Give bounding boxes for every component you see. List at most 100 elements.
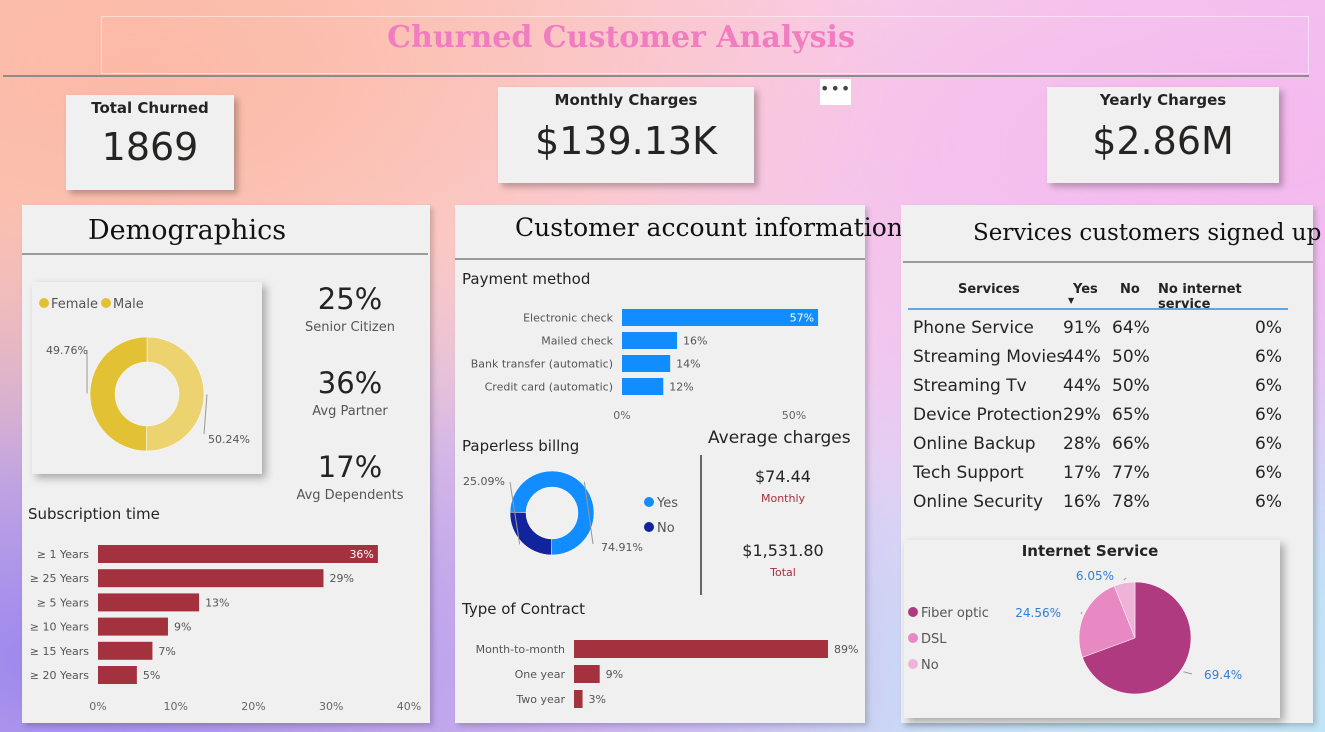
bar-2	[622, 355, 671, 372]
cell-yes: 29%	[1063, 405, 1101, 425]
services-title: Services customers signed up for	[973, 220, 1325, 246]
stat-senior-citizen: 25% Senior Citizen	[285, 282, 415, 335]
kpi-monthly-charges: Monthly Charges $139.13K	[498, 87, 754, 183]
account-title: Customer account information	[515, 213, 903, 242]
legend-dot-no	[908, 659, 918, 669]
bar-5	[98, 666, 137, 684]
tick-label: 30%	[319, 700, 343, 713]
data-label: 50.24%	[208, 433, 250, 446]
demographics-title: Demographics	[88, 215, 287, 246]
more-options-icon[interactable]: •••	[820, 79, 851, 105]
table-row: Online Security 16% 78% 6%	[908, 492, 1288, 521]
category-label: Month-to-month	[476, 643, 565, 656]
legend-label-fiber-optic: Fiber optic	[921, 606, 989, 621]
category-label: Two year	[515, 693, 565, 706]
kpi-value: 1869	[101, 125, 199, 169]
legend-label-no: No	[921, 658, 939, 673]
cell-yes: 44%	[1063, 376, 1101, 396]
services-rows: Phone Service 91% 64% 0% Streaming Movies 44%…	[908, 318, 1288, 528]
kpi-total-churned: Total Churned 1869	[66, 95, 234, 190]
bar-4	[98, 641, 153, 660]
table-row: Tech Support 17% 77% 6%	[908, 463, 1288, 492]
cell-service: Device Protection	[913, 405, 1063, 425]
services-table: Services Yes ▼ No No internet service Ph…	[908, 280, 1288, 520]
cell-no: 50%	[1112, 376, 1150, 396]
tick-label: 0%	[89, 700, 106, 713]
data-label: 36%	[349, 548, 373, 561]
cell-no-internet: 6%	[1255, 405, 1282, 425]
cell-no: 50%	[1112, 347, 1150, 367]
category-label: Bank transfer (automatic)	[471, 358, 613, 371]
cell-no-internet: 6%	[1255, 434, 1282, 454]
bar-0	[98, 545, 378, 563]
cell-service: Tech Support	[913, 463, 1024, 483]
payment-title: Payment method	[462, 270, 591, 288]
legend-dot-yes	[644, 497, 654, 507]
category-label: ≥ 25 Years	[30, 572, 89, 585]
payment-bar-chart: Electronic check 57% Mailed check 16% Bank t…	[471, 309, 819, 422]
stat-avg-partner: 36% Avg Partner	[285, 366, 415, 419]
avg-total: $1,531.80 Total	[708, 541, 858, 579]
header-underline	[908, 308, 1288, 310]
avg-monthly-label: Monthly	[760, 492, 806, 505]
contract-title: Type of Contract	[462, 600, 585, 618]
data-label: 3%	[589, 693, 606, 706]
stat-label: Avg Partner	[312, 404, 388, 419]
avg-monthly-value: $74.44	[755, 467, 811, 486]
cell-no-internet: 6%	[1255, 492, 1282, 512]
cell-service: Streaming Movies	[913, 347, 1066, 367]
cell-service: Phone Service	[913, 318, 1034, 338]
services-divider	[903, 261, 1313, 263]
cell-no-internet: 0%	[1255, 318, 1282, 338]
col-header-services[interactable]: Services	[958, 282, 1020, 297]
account-divider	[455, 258, 865, 260]
avg-total-value: $1,531.80	[742, 541, 824, 560]
category-label: Credit card (automatic)	[485, 381, 613, 394]
contract-bar-chart: Month-to-month 89% One year 9% Two year 3%	[476, 640, 858, 708]
bar-0	[574, 640, 828, 658]
leader-line	[1080, 611, 1083, 615]
legend-label-female: Female	[51, 297, 98, 312]
internet-title: Internet Service	[1021, 542, 1159, 560]
data-label: 9%	[606, 668, 623, 681]
stat-label: Avg Dependents	[296, 488, 404, 503]
cell-service: Online Security	[913, 492, 1044, 512]
category-label: Mailed check	[541, 335, 613, 348]
data-label: 7%	[158, 645, 175, 658]
legend-dot-male	[101, 298, 111, 308]
legend-label-no: No	[657, 521, 675, 536]
paperless-title: Paperless billng	[462, 437, 580, 455]
leader-line	[1183, 671, 1193, 675]
leader-line	[1123, 577, 1127, 581]
category-label: ≥ 5 Years	[37, 596, 89, 609]
cell-no: 65%	[1112, 405, 1150, 425]
kpi-yearly-charges: Yearly Charges $2.86M	[1047, 87, 1279, 183]
data-label: 49.76%	[46, 344, 88, 357]
category-label: ≥ 1 Years	[37, 548, 89, 561]
average-title: Average charges	[708, 428, 851, 448]
data-label: 9%	[174, 621, 191, 634]
kpi-label: Total Churned	[91, 99, 209, 117]
sort-descending-icon[interactable]: ▼	[1068, 296, 1074, 305]
data-label: 89%	[834, 643, 858, 656]
legend-dot-female	[39, 298, 49, 308]
subscription-title: Subscription time	[28, 505, 160, 523]
cell-no-internet: 6%	[1255, 347, 1282, 367]
cell-no-internet: 6%	[1255, 463, 1282, 483]
data-label: 13%	[205, 596, 229, 609]
pie-slice-female	[145, 336, 205, 452]
cell-service: Streaming Tv	[913, 376, 1027, 396]
data-label: 69.4%	[1204, 668, 1242, 682]
col-header-yes[interactable]: Yes	[1073, 282, 1098, 297]
tick-label: 0%	[613, 409, 630, 422]
cell-no: 66%	[1112, 434, 1150, 454]
bar-2	[98, 593, 200, 612]
cell-no: 77%	[1112, 463, 1150, 483]
leader-line	[203, 394, 208, 435]
kpi-value: $2.86M	[1092, 119, 1234, 163]
subscription-bar-chart: ≥ 1 Years 36% ≥ 25 Years 29% ≥ 5 Years 13% ≥ 1…	[30, 545, 421, 713]
data-label: 14%	[676, 358, 700, 371]
avg-total-label: Total	[770, 566, 796, 579]
col-header-no[interactable]: No	[1120, 282, 1140, 297]
stat-avg-dependents: 17% Avg Dependents	[285, 450, 415, 503]
